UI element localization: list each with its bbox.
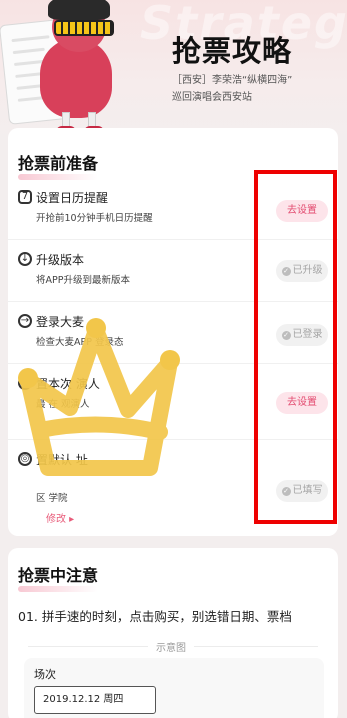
edit-address-link[interactable]: 修改 ▸ [46, 510, 74, 525]
prep-item-title: 设置日历提醒 [36, 191, 109, 205]
prep-heading: 抢票前准备 [18, 150, 99, 180]
session-preview: 场次 2019.12.12 周四 19:30 [24, 658, 324, 718]
session-select[interactable]: 2019.12.12 周四 19:30 [34, 686, 156, 714]
event-subtitle: ［西安］李荣浩“纵横四海” 巡回演唱会西安站 [172, 75, 293, 103]
prep-item-title: 升级版本 [36, 253, 85, 267]
step-instruction: 01. 拼手速的时刻，点击购买，别选错日期、票档 [18, 609, 292, 624]
calendar-icon: 7 [18, 190, 32, 204]
session-label: 场次 [34, 668, 56, 681]
highlight-box [254, 170, 337, 524]
crown-doodle-icon [18, 318, 180, 476]
prep-item-desc: 开抢前10分钟手机日历提醒 [36, 213, 153, 224]
prep-item-desc: 将APP升级到最新版本 [36, 275, 130, 286]
during-heading: 抢票中注意 [18, 562, 99, 592]
cloud-download-icon: ↓ [18, 252, 32, 266]
diagram-label: 示意图 [148, 639, 194, 654]
during-card: 抢票中注意 01. 拼手速的时刻，点击购买，别选错日期、票档 示意图 场次 20… [8, 548, 338, 718]
hero-banner: Strategy 抢票攻略 ［西安］李荣浩“纵横四海” 巡回演唱会西安站 [0, 0, 347, 140]
shutter-glasses-icon [54, 20, 114, 36]
page-title: 抢票攻略 [172, 34, 293, 68]
